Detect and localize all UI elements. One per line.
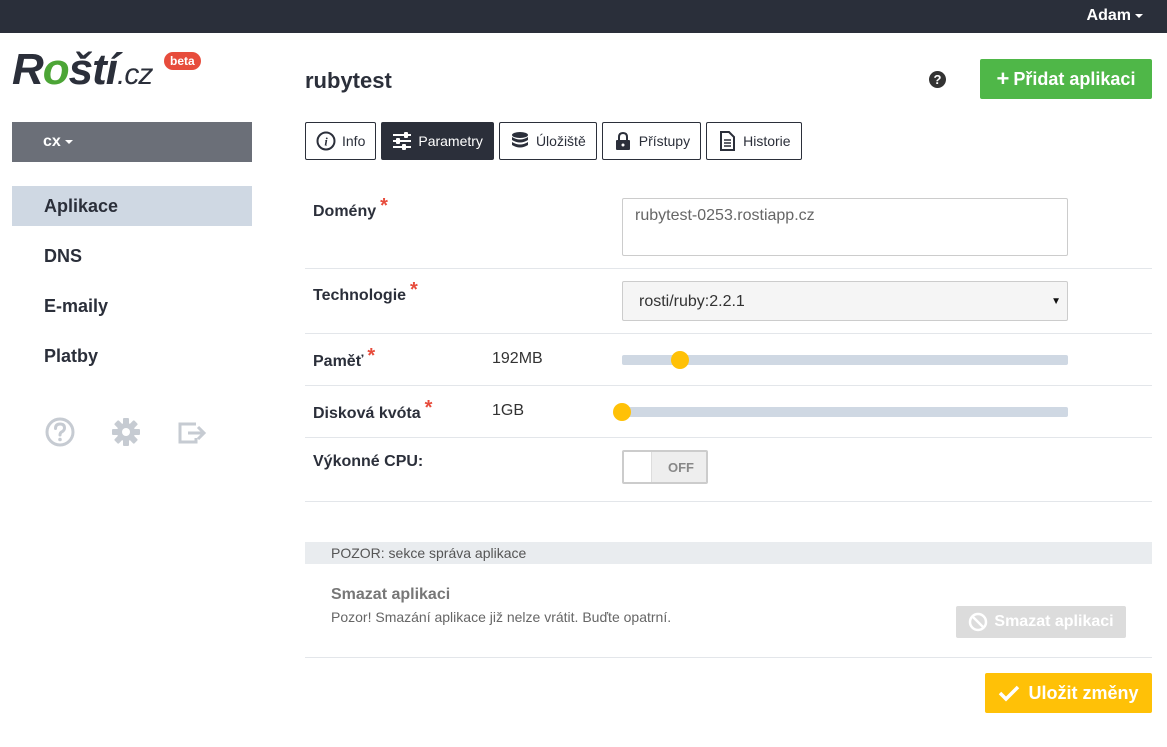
page-title: rubytest [305, 68, 392, 93]
delete-app-warning: Pozor! Smazání aplikace již nelze vrátit… [331, 609, 672, 625]
sidebar-item-dns[interactable]: DNS [12, 236, 252, 276]
memory-value: 192MB [492, 350, 543, 367]
add-application-button[interactable]: + Přidat aplikaci [980, 59, 1152, 99]
logo[interactable]: Roští.cz beta [12, 44, 202, 96]
cpu-label: Výkonné CPU: [313, 453, 424, 470]
select-arrow-icon: ▼ [1051, 296, 1061, 307]
toggle-state: OFF [668, 460, 694, 475]
logo-text: Roští.cz [12, 45, 153, 94]
database-icon [511, 132, 528, 148]
domains-field[interactable]: rubytest-0253.rostiapp.cz [622, 198, 1068, 256]
memory-slider[interactable] [622, 351, 1068, 369]
gear-icon[interactable] [110, 416, 142, 448]
user-menu[interactable]: Adam [1087, 7, 1143, 25]
sidebar-nav: Aplikace DNS E-maily Platby [12, 186, 252, 386]
sliders-icon [393, 132, 412, 150]
disk-row: Disková kvóta * 1GB [305, 386, 1152, 438]
toggle-handle [624, 452, 652, 482]
top-bar: Adam [0, 0, 1167, 33]
memory-slider-handle[interactable] [670, 351, 689, 369]
beta-badge: beta [164, 52, 201, 70]
technology-select[interactable]: rosti/ruby:2.2.1 ▼ [622, 281, 1068, 321]
danger-section-header: POZOR: sekce správa aplikace [305, 542, 1152, 564]
lock-icon [615, 131, 630, 150]
organization-label: cx [43, 133, 61, 150]
question-icon[interactable]: ? [929, 71, 946, 88]
tab-parametry[interactable]: Parametry [381, 122, 494, 160]
disk-slider[interactable] [613, 403, 1068, 421]
help-circle-icon[interactable] [44, 416, 76, 448]
caret-down-icon [64, 139, 73, 144]
domains-label: Domény * [313, 195, 388, 220]
domains-row: Domény * rubytest-0253.rostiapp.cz [305, 186, 1152, 269]
tab-pristupy[interactable]: Přístupy [601, 122, 702, 160]
tab-info[interactable]: i Info [305, 122, 377, 160]
disk-label: Disková kvóta * [313, 397, 433, 422]
sidebar-icons [44, 416, 208, 448]
document-icon [720, 131, 736, 151]
disk-value: 1GB [492, 402, 525, 419]
svg-text:i: i [324, 135, 328, 149]
info-icon: i [316, 131, 336, 151]
tab-bar: i Info Parametry Úložiště Přístupy Histo… [305, 122, 802, 160]
technology-row: Technologie * rosti/ruby:2.2.1 ▼ [305, 269, 1152, 334]
caret-down-icon [1135, 13, 1143, 18]
ban-icon [969, 612, 988, 632]
check-icon [999, 685, 1020, 702]
technology-label: Technologie * [313, 279, 418, 304]
delete-app-button[interactable]: Smazat aplikaci [956, 606, 1126, 638]
plus-icon: + [996, 66, 1010, 91]
sidebar-item-aplikace[interactable]: Aplikace [12, 186, 252, 226]
memory-row: Paměť * 192MB [305, 334, 1152, 386]
sidebar-item-emaily[interactable]: E-maily [12, 286, 252, 326]
logout-icon[interactable] [176, 416, 208, 448]
user-name: Adam [1086, 7, 1131, 24]
organization-dropdown[interactable]: cx [12, 122, 252, 162]
cpu-toggle[interactable]: OFF [622, 450, 708, 484]
disk-slider-handle[interactable] [613, 403, 631, 421]
tab-uloziste[interactable]: Úložiště [498, 122, 597, 160]
delete-app-title: Smazat aplikaci [331, 586, 451, 603]
save-changes-button[interactable]: Uložit změny [985, 673, 1152, 713]
sidebar-item-platby[interactable]: Platby [12, 336, 252, 376]
tab-historie[interactable]: Historie [706, 122, 802, 160]
parameters-form: Domény * rubytest-0253.rostiapp.cz Techno… [305, 186, 1152, 502]
memory-label: Paměť * [313, 345, 376, 370]
danger-section: Smazat aplikaci Pozor! Smazání aplikace … [305, 564, 1152, 658]
cpu-row: Výkonné CPU: OFF [305, 438, 1152, 502]
